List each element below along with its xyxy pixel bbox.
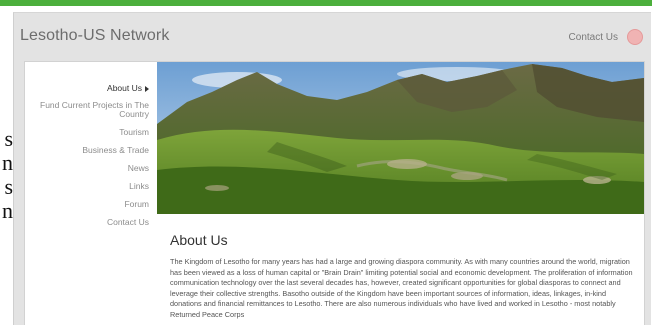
top-accent-bar — [0, 0, 652, 6]
hero-landscape-image — [157, 62, 644, 214]
landscape-illustration — [157, 62, 644, 214]
about-paragraph: The Kingdom of Lesotho for many years ha… — [170, 257, 633, 319]
sidebar-nav: About Us Fund Current Projects in The Co… — [25, 62, 157, 325]
left-text-fragment: n — [2, 152, 13, 174]
left-text-fragment: n — [2, 200, 13, 222]
left-text-fragment: s — [4, 128, 13, 150]
contact-icon[interactable] — [627, 29, 643, 45]
sidebar-item-contact-us[interactable]: Contact Us — [25, 218, 149, 227]
header-contact-link[interactable]: Contact Us — [569, 32, 618, 43]
sidebar-item-about-us[interactable]: About Us — [25, 84, 149, 93]
site-frame: Lesotho-US Network Contact Us About Us F… — [13, 12, 651, 325]
page-title: About Us — [170, 232, 228, 248]
content-panel: About Us Fund Current Projects in The Co… — [24, 61, 645, 325]
sidebar-item-news[interactable]: News — [25, 164, 149, 173]
sidebar-item-business-trade[interactable]: Business & Trade — [25, 146, 149, 155]
left-background-strip: s n s n — [0, 6, 13, 325]
sidebar-item-fund-projects[interactable]: Fund Current Projects in The Country — [25, 101, 149, 119]
sidebar-item-forum[interactable]: Forum — [25, 200, 149, 209]
page: s n s n Lesotho-US Network Contact Us Ab… — [0, 0, 652, 325]
sidebar-item-links[interactable]: Links — [25, 182, 149, 191]
sidebar-item-tourism[interactable]: Tourism — [25, 128, 149, 137]
sidebar-item-label: About Us — [107, 83, 142, 93]
caret-right-icon — [145, 85, 149, 92]
site-title[interactable]: Lesotho-US Network — [20, 27, 169, 45]
left-text-fragment: s — [4, 176, 13, 198]
